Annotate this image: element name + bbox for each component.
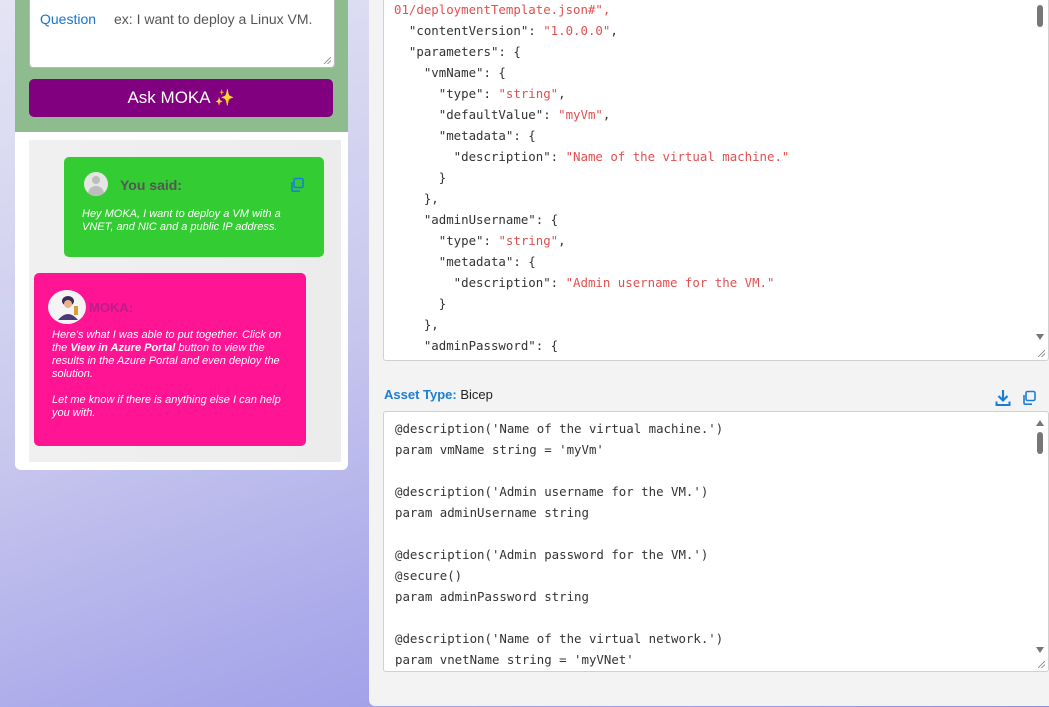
code-line: "adminUsername": {	[394, 212, 559, 227]
code-line: "adminPassword": {	[394, 338, 559, 353]
code-line: "description": "Name of the virtual mach…	[394, 149, 790, 164]
bicep-code-textarea[interactable]: @description('Name of the virtual machin…	[383, 411, 1049, 672]
bicep-scrollbar[interactable]	[1032, 412, 1048, 671]
code-line: }	[394, 296, 447, 311]
asset-type: Asset Type: Bicep	[384, 387, 493, 402]
moka-avatar	[48, 290, 86, 324]
moka-message-text: Here's what I was able to put together. …	[52, 329, 282, 419]
ask-button-label: Ask MOKA	[127, 88, 211, 107]
chat-panel: Question ex: I want to deploy a Linux VM…	[15, 0, 348, 470]
user-avatar	[84, 172, 108, 196]
code-line: }	[394, 170, 447, 185]
resize-grip-icon[interactable]	[324, 57, 331, 64]
view-in-azure-portal-ref: View in Azure Portal	[70, 342, 176, 354]
asset-type-label: Asset Type:	[384, 387, 457, 402]
copy-icon[interactable]	[289, 177, 305, 193]
code-line: param vnetName string = 'myVNet'	[395, 652, 634, 667]
code-line: "type": "string",	[394, 86, 566, 101]
moka-message-card: MOKA: Here's what I was able to put toge…	[34, 273, 306, 446]
code-line: },	[394, 191, 439, 206]
bicep-scroll-thumb[interactable]	[1037, 432, 1043, 454]
scroll-up-icon[interactable]	[1036, 420, 1044, 426]
scroll-down-icon[interactable]	[1036, 334, 1044, 340]
code-line: @description('Admin password for the VM.…	[395, 547, 709, 562]
code-line: },	[394, 317, 439, 332]
code-line: "parameters": {	[394, 44, 521, 59]
question-input[interactable]: Question ex: I want to deploy a Linux VM…	[29, 0, 335, 68]
question-label: Question	[40, 11, 97, 27]
json-scrollbar[interactable]	[1032, 0, 1048, 360]
code-line: @description('Name of the virtual networ…	[395, 631, 724, 646]
sparkles-icon: ✨	[214, 90, 235, 107]
code-line: @description('Name of the virtual machin…	[395, 421, 724, 436]
code-line: param adminPassword string	[395, 589, 589, 604]
code-line: "metadata": {	[394, 254, 536, 269]
arm-template-code: 01/deploymentTemplate.json#", "contentVe…	[394, 0, 789, 356]
output-panel: 01/deploymentTemplate.json#", "contentVe…	[369, 0, 1049, 706]
json-scroll-thumb[interactable]	[1037, 5, 1043, 27]
user-message-heading: You said:	[120, 177, 182, 193]
user-message-card: You said: Hey MOKA, I want to deploy a V…	[64, 157, 324, 257]
ask-area: Question ex: I want to deploy a Linux VM…	[15, 0, 348, 132]
arm-template-textarea[interactable]: 01/deploymentTemplate.json#", "contentVe…	[383, 0, 1049, 361]
user-message-text: Hey MOKA, I want to deploy a VM with a V…	[82, 208, 281, 233]
code-line: "type": "string",	[394, 233, 566, 248]
code-line: @secure()	[395, 568, 463, 583]
code-line: "defaultValue": "myVm",	[394, 107, 611, 122]
bicep-code: @description('Name of the virtual machin…	[395, 418, 723, 670]
code-line: "description": "Admin username for the V…	[394, 275, 775, 290]
code-line: param adminUsername string	[395, 505, 589, 520]
scroll-down-icon[interactable]	[1036, 647, 1044, 653]
code-line: 01/deploymentTemplate.json#",	[394, 2, 611, 17]
moka-name: MOKA:	[89, 300, 134, 315]
code-line: @description('Admin username for the VM.…	[395, 484, 709, 499]
resize-grip-icon[interactable]	[1038, 350, 1045, 357]
code-line: "vmName": {	[394, 65, 506, 80]
chat-history: You said: Hey MOKA, I want to deploy a V…	[29, 140, 341, 462]
resize-grip-icon[interactable]	[1038, 661, 1045, 668]
code-line: "metadata": {	[394, 128, 536, 143]
question-placeholder: ex: I want to deploy a Linux VM.	[114, 11, 313, 27]
copy-icon[interactable]	[1021, 390, 1037, 406]
code-line: "contentVersion": "1.0.0.0",	[394, 23, 618, 38]
asset-type-value: Bicep	[460, 387, 493, 402]
ask-moka-button[interactable]: Ask MOKA ✨	[29, 79, 333, 117]
download-icon[interactable]	[995, 389, 1011, 407]
code-line: param vmName string = 'myVm'	[395, 442, 604, 457]
